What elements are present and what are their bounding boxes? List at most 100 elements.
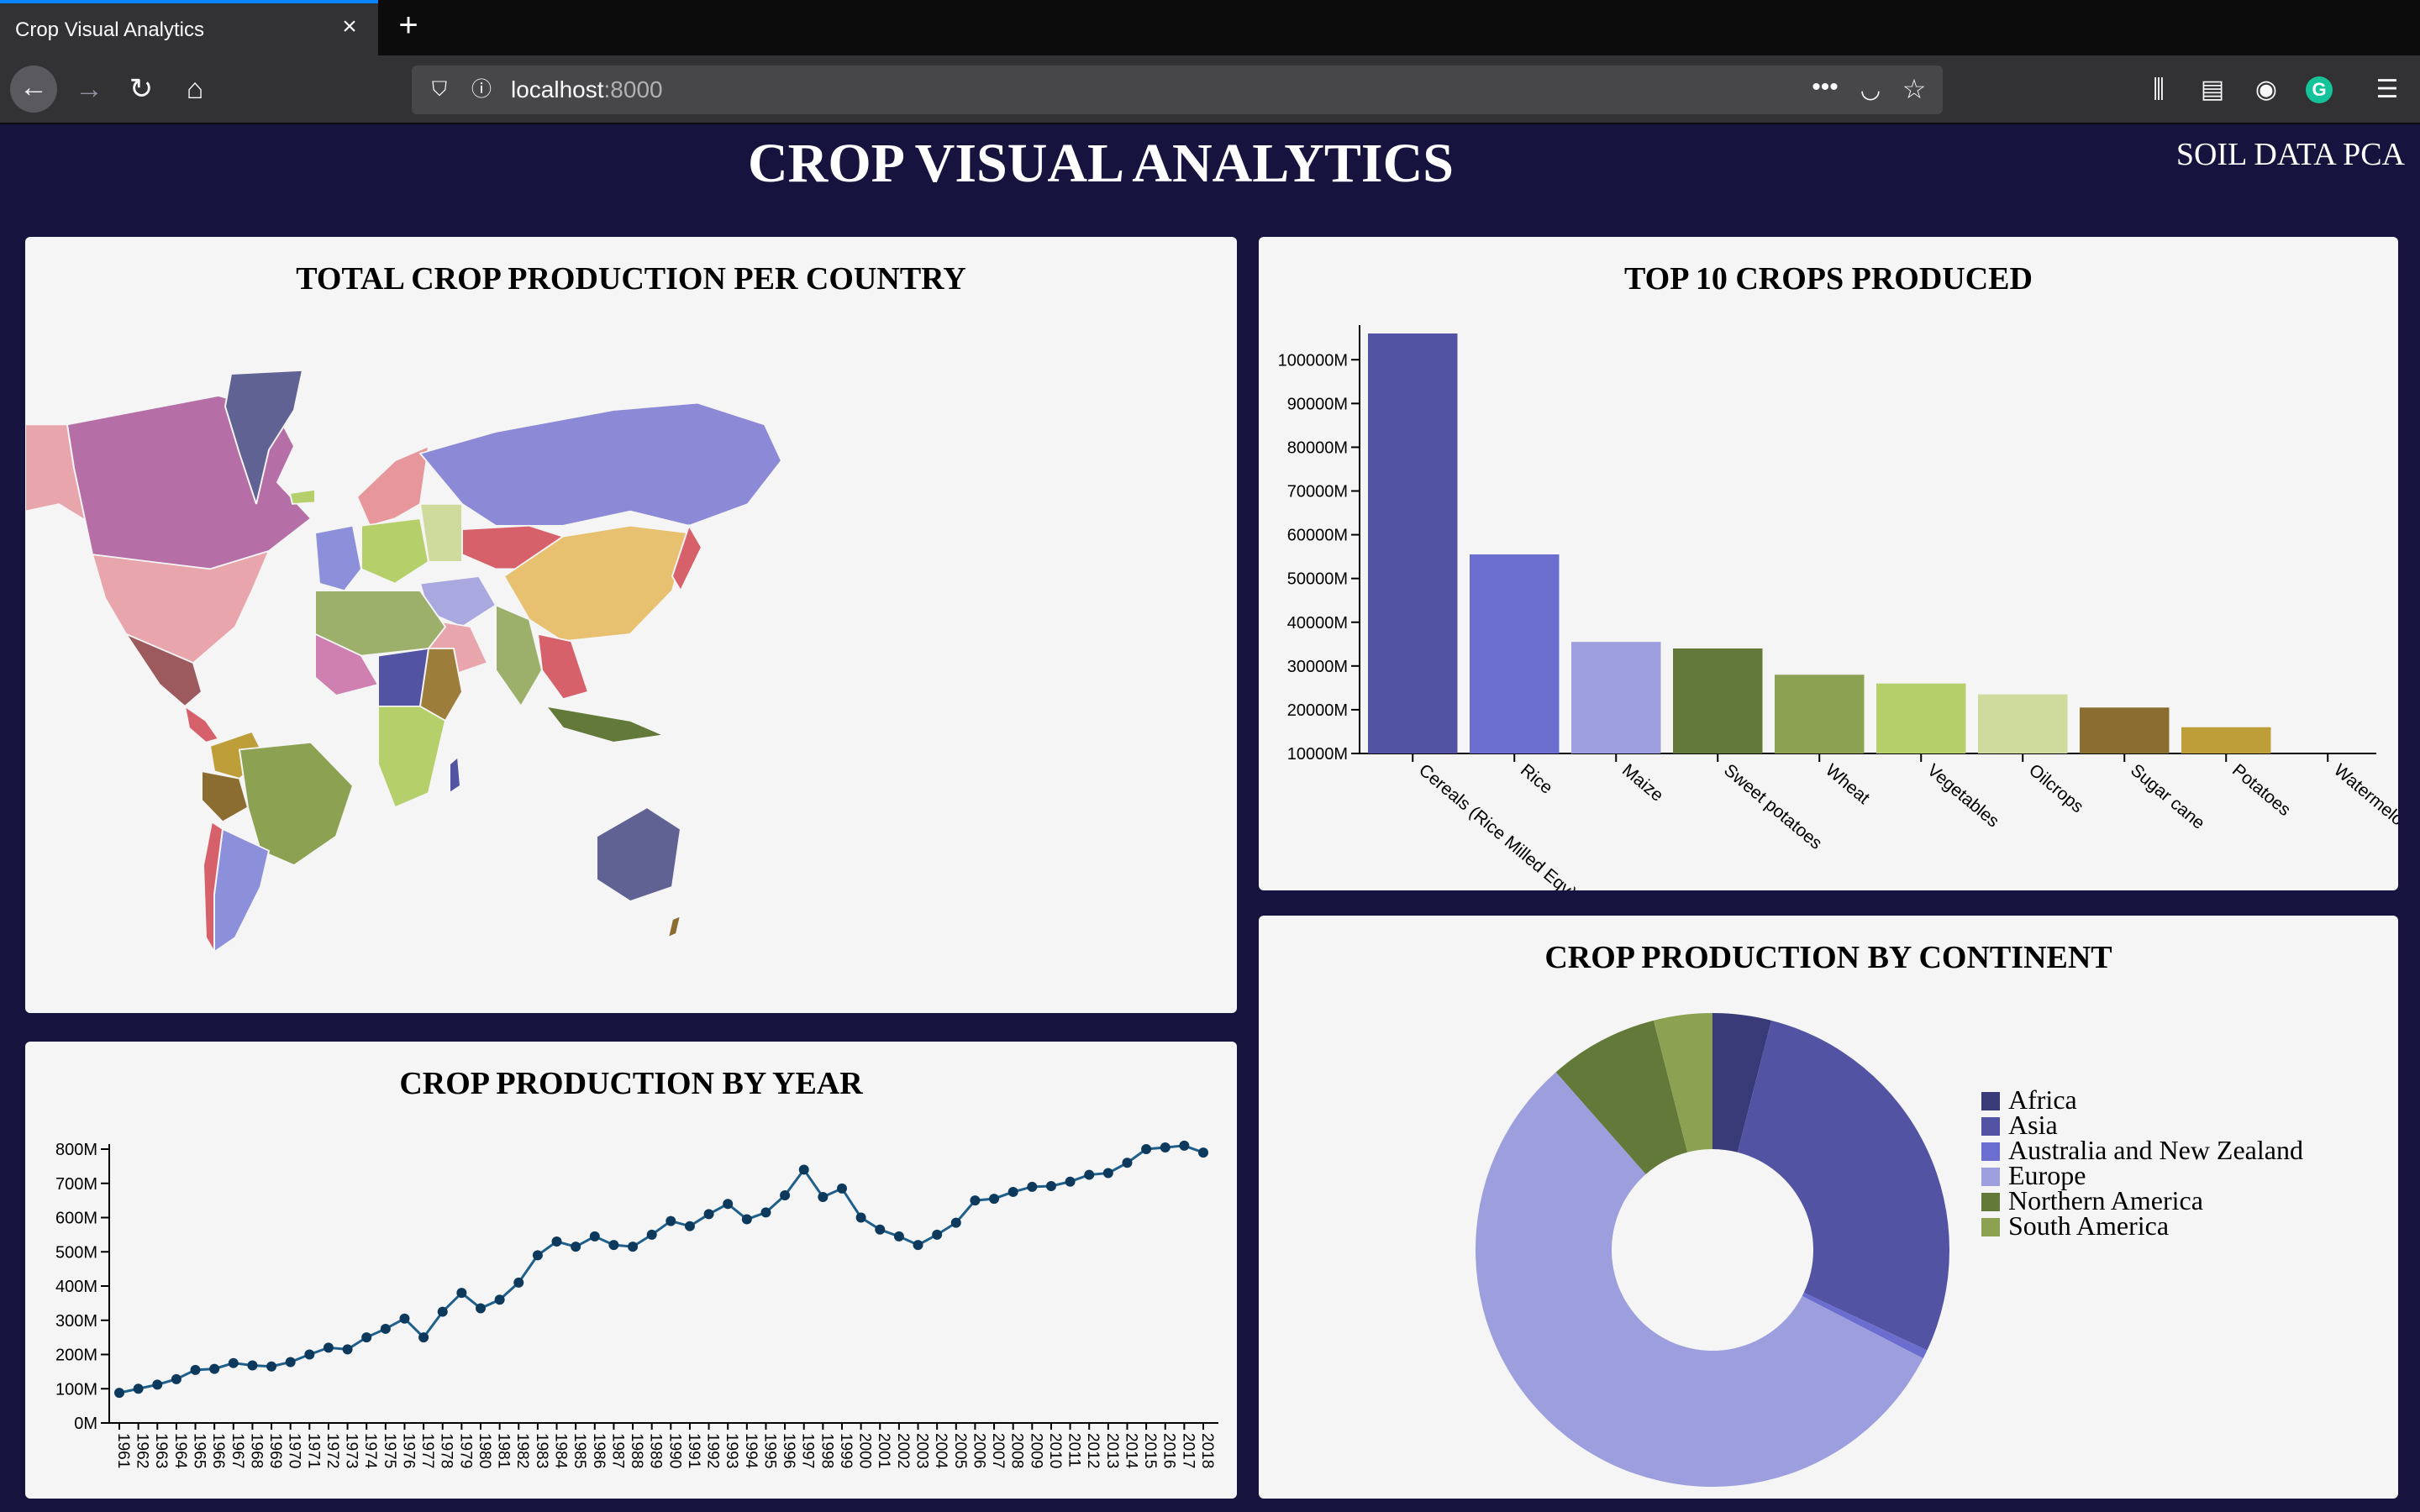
x-tick-label-1961: 1961	[114, 1433, 132, 1468]
library-icon[interactable]: ⫼	[2139, 71, 2178, 109]
point-2010	[1045, 1181, 1056, 1192]
x-tick-label-2013: 2013	[1103, 1433, 1121, 1468]
point-1974	[361, 1332, 372, 1343]
bar-6	[1978, 694, 2068, 753]
x-tick-label-2004: 2004	[932, 1433, 950, 1469]
back-arrow-icon[interactable]: ←	[10, 66, 57, 113]
point-1977	[418, 1332, 429, 1343]
point-2018	[1198, 1147, 1208, 1158]
point-1995	[760, 1207, 771, 1218]
point-1964	[171, 1373, 182, 1384]
forward-arrow-icon[interactable]: →	[67, 67, 111, 111]
x-tick-label-2015: 2015	[1141, 1433, 1159, 1468]
point-1971	[304, 1349, 315, 1360]
x-tick-label-2006: 2006	[970, 1433, 987, 1468]
url-text[interactable]: localhost:8000	[511, 76, 663, 103]
home-icon[interactable]: ⌂	[173, 67, 217, 111]
x-tick-label-1992: 1992	[704, 1433, 722, 1468]
bar-7	[2080, 707, 2170, 753]
point-1968	[247, 1360, 258, 1371]
point-2014	[1122, 1158, 1133, 1168]
tab-title: Crop Visual Analytics	[15, 18, 204, 41]
browser-toolbar: ← → ↻ ⌂ ⛉ ⓘ localhost:8000 ••• ◡ ☆ ⫼ ▤ ◉…	[0, 55, 2420, 124]
point-1987	[608, 1240, 619, 1251]
x-tick-label-2001: 2001	[875, 1433, 892, 1468]
point-2006	[970, 1195, 981, 1206]
point-1993	[723, 1199, 734, 1210]
info-icon[interactable]: ⓘ	[467, 76, 496, 104]
point-1981	[494, 1294, 505, 1305]
y-tick-label-1: 20000M	[1287, 701, 1348, 720]
map-panel: TOTAL CROP PRODUCTION PER COUNTRY	[25, 237, 1237, 1013]
bar-1	[1470, 554, 1560, 753]
y-tick-label-8: 90000M	[1287, 395, 1348, 413]
y-tick-label-9: 100000M	[1278, 351, 1348, 370]
y-tick-label-7: 700M	[55, 1175, 97, 1194]
x-tick-label-1966: 1966	[209, 1433, 227, 1468]
x-tick-label-1984: 1984	[552, 1433, 570, 1469]
more-icon[interactable]: •••	[1807, 74, 1844, 106]
point-1961	[114, 1388, 124, 1399]
grammarly-icon[interactable]: G	[2306, 76, 2333, 103]
x-tick-label-7: Sugar cane	[2127, 760, 2208, 833]
url-bar[interactable]: ⛉ ⓘ localhost:8000 ••• ◡ ☆	[412, 66, 1943, 114]
shield-icon[interactable]: ⛉	[425, 76, 454, 104]
x-tick-label-1998: 1998	[818, 1433, 835, 1468]
region-indonesia	[544, 705, 667, 743]
x-tick-label-1972: 1972	[324, 1433, 341, 1468]
bar-0	[1368, 333, 1458, 753]
x-tick-label-1980: 1980	[476, 1433, 493, 1468]
region-usa	[91, 549, 271, 664]
x-tick-label-2: Maize	[1618, 760, 1667, 806]
x-tick-label-8: Potatoes	[2228, 760, 2294, 820]
x-tick-label-1986: 1986	[590, 1433, 608, 1468]
x-tick-label-1981: 1981	[495, 1433, 513, 1468]
region-scandinavia	[355, 444, 430, 527]
region-europe-west	[313, 524, 363, 592]
point-1975	[380, 1323, 391, 1334]
point-1983	[532, 1250, 543, 1261]
x-tick-label-1985: 1985	[571, 1433, 588, 1468]
active-tab[interactable]: Crop Visual Analytics ×	[0, 0, 378, 55]
y-tick-label-5: 500M	[55, 1243, 97, 1262]
new-tab-icon[interactable]: +	[392, 8, 425, 42]
region-europe-central	[360, 517, 430, 585]
star-icon[interactable]: ☆	[1897, 72, 1931, 106]
browser-tab-strip: Crop Visual Analytics × +	[0, 0, 2420, 55]
x-tick-label-1989: 1989	[647, 1433, 665, 1468]
x-tick-label-1997: 1997	[799, 1433, 817, 1468]
x-tick-label-1974: 1974	[361, 1433, 379, 1469]
point-2017	[1179, 1140, 1190, 1151]
x-tick-label-5: Vegetables	[1923, 760, 2002, 831]
x-tick-label-1996: 1996	[780, 1433, 797, 1468]
bar-5	[1876, 683, 1966, 753]
x-tick-label-1994: 1994	[742, 1433, 760, 1469]
x-tick-label-6: Oilcrops	[2025, 760, 2087, 816]
point-1965	[190, 1364, 201, 1375]
region-australia	[596, 806, 682, 902]
point-1969	[266, 1361, 277, 1372]
point-1989	[646, 1229, 657, 1240]
x-tick-label-1990: 1990	[666, 1433, 683, 1468]
point-1990	[666, 1215, 676, 1226]
region-iceland	[288, 488, 316, 505]
world-map[interactable]	[25, 237, 1237, 1013]
y-tick-label-2: 200M	[55, 1347, 97, 1365]
region-argentina	[213, 827, 271, 953]
x-tick-label-1964: 1964	[171, 1433, 189, 1469]
tab-close-icon[interactable]: ×	[334, 12, 365, 42]
x-tick-label-2014: 2014	[1122, 1433, 1139, 1469]
reload-icon[interactable]: ↻	[119, 67, 163, 111]
point-1963	[152, 1379, 163, 1390]
account-icon[interactable]: ◉	[2247, 71, 2286, 109]
point-2002	[893, 1231, 904, 1242]
y-tick-label-7: 80000M	[1287, 438, 1348, 457]
soil-data-pca-link[interactable]: SOIL DATA PCA	[2176, 133, 2405, 176]
pocket-icon[interactable]: ◡	[1854, 74, 1887, 106]
menu-icon[interactable]: ☰	[2368, 71, 2407, 109]
x-tick-label-1983: 1983	[533, 1433, 550, 1468]
sidebar-icon[interactable]: ▤	[2193, 71, 2232, 109]
y-tick-label-4: 50000M	[1287, 570, 1348, 589]
x-tick-label-1973: 1973	[343, 1433, 360, 1468]
url-host: localhost	[511, 76, 604, 102]
